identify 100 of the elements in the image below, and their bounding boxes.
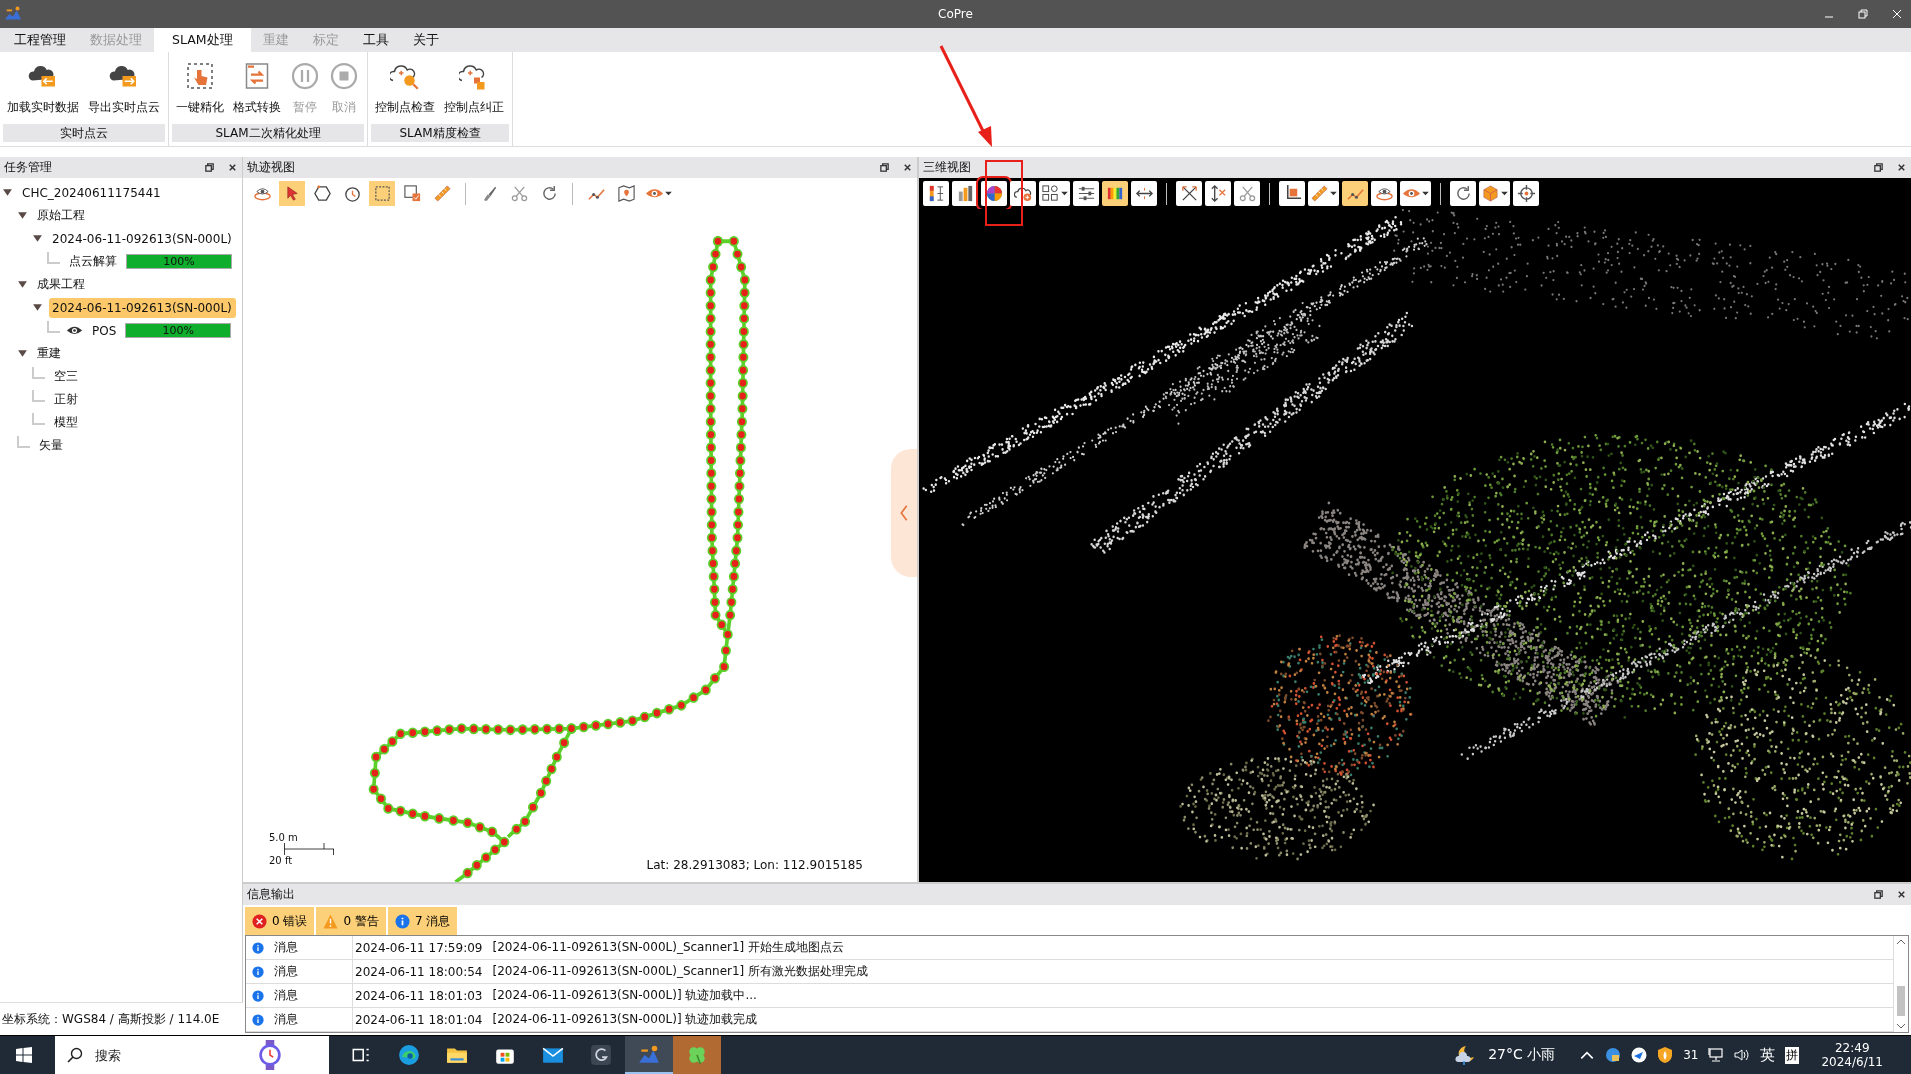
close-icon[interactable]: [1896, 889, 1907, 900]
polygon-icon: [312, 184, 332, 203]
progress-text: 100%: [162, 255, 196, 268]
expand-arrow-icon[interactable]: [32, 233, 43, 244]
tree-item[interactable]: 矢量: [36, 435, 66, 456]
caret-icon: [1501, 191, 1508, 196]
shield-icon[interactable]: [1657, 1047, 1674, 1063]
filter-button[interactable]: 0 警告: [316, 907, 386, 935]
scroll-thumb[interactable]: [1897, 986, 1905, 1016]
ime-mode-indicator[interactable]: 拼: [1785, 1046, 1800, 1064]
tool-button[interactable]: [952, 181, 978, 206]
panel-title: 任务管理: [4, 159, 53, 176]
menu-tab[interactable]: 工程管理: [2, 28, 78, 52]
tool-button[interactable]: [1450, 181, 1476, 206]
taskbar-search-box[interactable]: 搜索: [55, 1036, 329, 1074]
expand-arrow-icon[interactable]: [17, 279, 28, 290]
stop-icon: [329, 60, 359, 91]
expand-arrow-icon[interactable]: [2, 187, 13, 198]
filter-button[interactable]: 7 消息: [387, 907, 458, 935]
tool-button[interactable]: [1010, 181, 1036, 206]
tree-line: [32, 366, 45, 379]
tool-button[interactable]: [1400, 181, 1431, 206]
warning-icon: [323, 913, 339, 929]
float-icon[interactable]: [879, 162, 890, 173]
filter-button[interactable]: 0 错误: [245, 907, 315, 935]
expand-arrow-icon[interactable]: [17, 210, 28, 221]
tree-item[interactable]: 重建: [34, 343, 64, 364]
eye-icon[interactable]: [66, 325, 83, 336]
ribbon-button[interactable]: 导出实时点云: [84, 52, 165, 124]
tree-item[interactable]: 成果工程: [34, 274, 88, 295]
tool-button[interactable]: [1039, 181, 1070, 206]
windows-start-icon[interactable]: [16, 1047, 32, 1063]
expand-arrow-icon[interactable]: [17, 348, 28, 359]
scroll-up-icon[interactable]: [1896, 938, 1906, 946]
globe-lock-icon[interactable]: [1605, 1047, 1622, 1063]
scale-label: 5.0 m: [268, 832, 299, 843]
menu-tab[interactable]: SLAM处理: [154, 28, 251, 52]
ime-language-text[interactable]: 英: [1760, 1045, 1776, 1065]
close-icon[interactable]: [1891, 8, 1903, 20]
scroll-down-icon[interactable]: [1896, 1022, 1906, 1030]
ribbon-button[interactable]: 加载实时数据: [3, 52, 84, 124]
tool-button[interactable]: [1073, 181, 1099, 206]
tray-badge-text[interactable]: 31: [1683, 1048, 1699, 1062]
ribbon-button[interactable]: 控制点纠正: [440, 52, 509, 124]
log-time: 2024-06-11 18:00:54: [355, 964, 483, 979]
info-icon: [252, 965, 264, 978]
log-message: [2024-06-11-092613(SN-000L)_Scanner1] 开始生成地图点云: [492, 939, 845, 956]
window-title: CoPre: [938, 7, 973, 21]
shapes-icon: [1041, 184, 1060, 203]
ribbon-group-label: 实时点云: [3, 124, 165, 142]
tool-button[interactable]: [1176, 181, 1202, 206]
menu-tab[interactable]: 工具: [350, 28, 401, 52]
float-icon[interactable]: [1873, 162, 1884, 173]
tree-item[interactable]: CHC_20240611175441: [19, 183, 164, 202]
scrollbar[interactable]: [1893, 936, 1908, 1032]
info-icon: [394, 913, 410, 929]
tree-item[interactable]: POS: [89, 321, 120, 340]
ribbon-button[interactable]: 控制点检查: [371, 52, 440, 124]
ribbon-button[interactable]: 格式转换: [229, 52, 286, 124]
tree-item[interactable]: 2024-06-11-092613(SN-000L): [49, 229, 235, 248]
info-icon: [252, 1013, 264, 1026]
tree-line: [32, 389, 45, 402]
tree-item[interactable]: 模型: [51, 412, 81, 433]
tree-item[interactable]: 原始工程: [34, 205, 88, 226]
color-wheel-icon: [984, 184, 1004, 203]
search-field[interactable]: 搜索: [93, 1046, 247, 1064]
restore-icon[interactable]: [1857, 8, 1869, 20]
clover-icon: [686, 1044, 708, 1066]
float-icon[interactable]: [1873, 889, 1884, 900]
tree-item[interactable]: 正射: [51, 389, 81, 410]
chevron-left-icon: [899, 504, 909, 522]
tool-button[interactable]: [1342, 181, 1368, 206]
menu-tab[interactable]: 关于: [400, 28, 451, 52]
ruler-icon: [1310, 184, 1329, 203]
float-icon[interactable]: [204, 162, 215, 173]
tool-button[interactable]: [1513, 181, 1539, 206]
bird-icon[interactable]: [1631, 1047, 1648, 1063]
close-icon[interactable]: [1896, 162, 1907, 173]
tool-button[interactable]: [1279, 181, 1305, 206]
volume-icon[interactable]: [1734, 1047, 1751, 1063]
tree-item[interactable]: 2024-06-11-092613(SN-000L): [49, 297, 236, 318]
collapse-handle[interactable]: [891, 449, 917, 577]
tool-button[interactable]: [923, 181, 949, 206]
tool-button[interactable]: [1371, 181, 1397, 206]
close-icon[interactable]: [902, 162, 913, 173]
tool-button[interactable]: [1102, 181, 1128, 206]
log-message: [2024-06-11-092613(SN-000L)_Scanner1] 所有激光数据处理完成: [492, 963, 869, 980]
clock-date: 2024/6/11: [1821, 1055, 1883, 1069]
app-icon: [590, 1044, 612, 1066]
network-icon[interactable]: [1708, 1047, 1725, 1063]
expand-arrow-icon[interactable]: [32, 302, 43, 313]
close-icon[interactable]: [227, 162, 238, 173]
clock-icon: [257, 1040, 283, 1070]
tree-item[interactable]: 点云解算: [66, 251, 120, 272]
tool-button[interactable]: [1205, 181, 1231, 206]
ribbon-button[interactable]: 一键精化: [172, 52, 229, 124]
tool-button[interactable]: [1131, 181, 1157, 206]
tree-item[interactable]: 空三: [51, 366, 81, 387]
caret-icon: [1422, 191, 1429, 196]
log-type: 消息: [274, 939, 298, 956]
